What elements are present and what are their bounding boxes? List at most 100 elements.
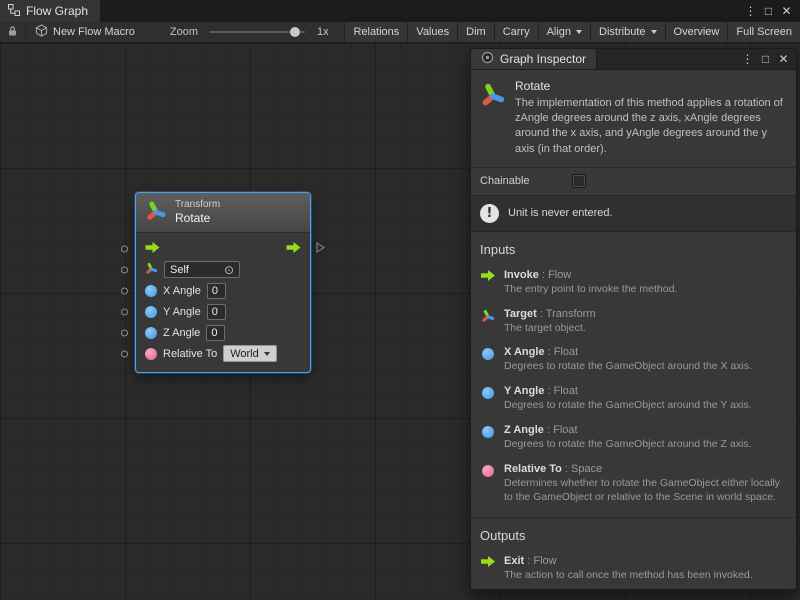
transform-axis-icon xyxy=(145,200,167,225)
warning-icon: ! xyxy=(480,204,499,223)
inspector-menu-button[interactable]: ⋮ xyxy=(739,50,756,68)
zoom-slider[interactable] xyxy=(209,31,305,33)
caret-down-icon xyxy=(576,30,582,34)
output-name: Exit xyxy=(504,555,524,567)
inspector-body: Rotate The implementation of this method… xyxy=(471,70,796,589)
relative-label: Relative To xyxy=(163,348,217,360)
input-name: Y Angle xyxy=(504,385,544,397)
outer-port-circle[interactable] xyxy=(121,245,128,252)
relative-dropdown[interactable]: World xyxy=(223,345,277,362)
toolbar-button-relations[interactable]: Relations xyxy=(344,22,407,42)
input-item-text: Relative ToSpace Determines whether to r… xyxy=(504,463,787,505)
xangle-label: X Angle xyxy=(163,285,201,297)
zoom-label: Zoom xyxy=(170,26,198,38)
inspector-maximize-button[interactable]: □ xyxy=(757,50,774,68)
graph-inspector-icon xyxy=(481,51,494,67)
input-name: X Angle xyxy=(504,346,545,358)
toolbar-button-carry[interactable]: Carry xyxy=(494,22,538,42)
toolbar-button-align[interactable]: Align xyxy=(538,22,590,42)
input-item-text: X AngleFloat Degrees to rotate the GameO… xyxy=(504,346,787,374)
space-port-icon[interactable] xyxy=(145,348,157,360)
outer-port-circle[interactable] xyxy=(121,329,128,336)
titlebar-spacer xyxy=(100,0,742,22)
xangle-input[interactable]: 0 xyxy=(207,283,226,299)
input-item-text: InvokeFlow The entry point to invoke the… xyxy=(504,269,787,297)
toolbar-button-dim[interactable]: Dim xyxy=(457,22,494,42)
tab-graph-inspector[interactable]: Graph Inspector xyxy=(471,49,597,69)
input-name: Z Angle xyxy=(504,424,544,436)
graph-inspector-panel: Graph Inspector ⋮ □ ✕ Rotate The impleme… xyxy=(470,48,797,590)
flow-input-port-icon[interactable] xyxy=(145,242,160,256)
graph-canvas[interactable]: Transform Rotate xyxy=(0,43,800,600)
chainable-row: Chainable xyxy=(471,168,796,195)
toolbar-button-distribute[interactable]: Distribute xyxy=(590,22,664,42)
input-type: Float xyxy=(544,385,578,397)
input-item-zangle: Z AngleFloat Degrees to rotate the GameO… xyxy=(471,419,796,458)
input-item-relativeto: Relative ToSpace Determines whether to r… xyxy=(471,458,796,511)
window-menu-button[interactable]: ⋮ xyxy=(742,2,759,20)
node-xangle-row: X Angle 0 xyxy=(136,280,310,301)
zoom-slider-handle[interactable] xyxy=(290,27,300,37)
toolbar-button-values[interactable]: Values xyxy=(407,22,457,42)
input-description: Determines whether to rotate the GameObj… xyxy=(504,477,787,505)
outer-port-circle[interactable] xyxy=(121,287,128,294)
inspector-close-button[interactable]: ✕ xyxy=(775,50,792,68)
float-port-icon xyxy=(480,385,495,413)
space-port-icon xyxy=(480,463,495,505)
float-port-icon xyxy=(480,424,495,452)
flow-port-icon xyxy=(480,269,495,297)
object-picker-icon[interactable]: ⊙ xyxy=(224,264,234,276)
relative-dropdown-value: World xyxy=(230,348,259,360)
transform-axis-icon xyxy=(145,262,158,278)
lock-icon xyxy=(7,25,18,40)
toolbar-button-fullscreen[interactable]: Full Screen xyxy=(727,22,800,42)
float-port-icon[interactable] xyxy=(145,306,157,318)
dim-label: Dim xyxy=(466,26,486,38)
warning-text: Unit is never entered. xyxy=(508,207,613,219)
inspector-tabbar: Graph Inspector ⋮ □ ✕ xyxy=(471,49,796,70)
input-name: Target xyxy=(504,308,537,320)
flow-port-icon xyxy=(480,555,495,583)
flow-output-port-icon[interactable] xyxy=(286,242,301,256)
input-description: Degrees to rotate the GameObject around … xyxy=(504,360,787,374)
zangle-value: 0 xyxy=(211,327,217,339)
float-port-icon[interactable] xyxy=(145,327,157,339)
window-maximize-button[interactable]: □ xyxy=(760,2,777,20)
input-type: Float xyxy=(544,424,578,436)
outer-port-triangle[interactable] xyxy=(316,242,325,256)
float-port-icon[interactable] xyxy=(145,285,157,297)
rotate-node-header[interactable]: Transform Rotate xyxy=(136,193,310,233)
input-type: Transform xyxy=(537,308,596,320)
output-type: Flow xyxy=(524,555,556,567)
zangle-input[interactable]: 0 xyxy=(206,325,225,341)
outer-port-circle[interactable] xyxy=(121,308,128,315)
chainable-checkbox[interactable] xyxy=(572,174,586,188)
yangle-value: 0 xyxy=(212,306,218,318)
toolbar-button-overview[interactable]: Overview xyxy=(665,22,728,42)
outer-port-circle[interactable] xyxy=(121,266,128,273)
outer-port-circle[interactable] xyxy=(121,350,128,357)
input-name: Relative To xyxy=(504,463,562,475)
unit-header: Rotate The implementation of this method… xyxy=(471,70,796,167)
rotate-node-body: Self ⊙ X Angle 0 Y Angle 0 Z Angle 0 xyxy=(136,233,310,372)
yangle-input[interactable]: 0 xyxy=(207,304,226,320)
caret-down-icon xyxy=(651,30,657,34)
node-relative-row: Relative To World xyxy=(136,343,310,364)
xangle-value: 0 xyxy=(212,285,218,297)
macro-button[interactable]: New Flow Macro xyxy=(26,22,144,42)
target-dropdown[interactable]: Self ⊙ xyxy=(164,261,240,278)
node-target-row: Self ⊙ xyxy=(136,259,310,280)
input-item-invoke: InvokeFlow The entry point to invoke the… xyxy=(471,264,796,303)
transform-axis-icon xyxy=(480,79,506,157)
zoom-value: 1x xyxy=(317,26,329,38)
rotate-node[interactable]: Transform Rotate xyxy=(135,192,311,373)
warning-banner: ! Unit is never entered. xyxy=(471,195,796,232)
distribute-label: Distribute xyxy=(599,26,645,38)
fullscreen-label: Full Screen xyxy=(736,26,792,38)
float-port-icon xyxy=(480,346,495,374)
node-title: Rotate xyxy=(175,211,220,225)
input-item-xangle: X AngleFloat Degrees to rotate the GameO… xyxy=(471,341,796,380)
tab-flow-graph[interactable]: Flow Graph xyxy=(0,0,100,22)
lock-button[interactable] xyxy=(0,22,26,42)
window-close-button[interactable]: ✕ xyxy=(778,2,795,20)
